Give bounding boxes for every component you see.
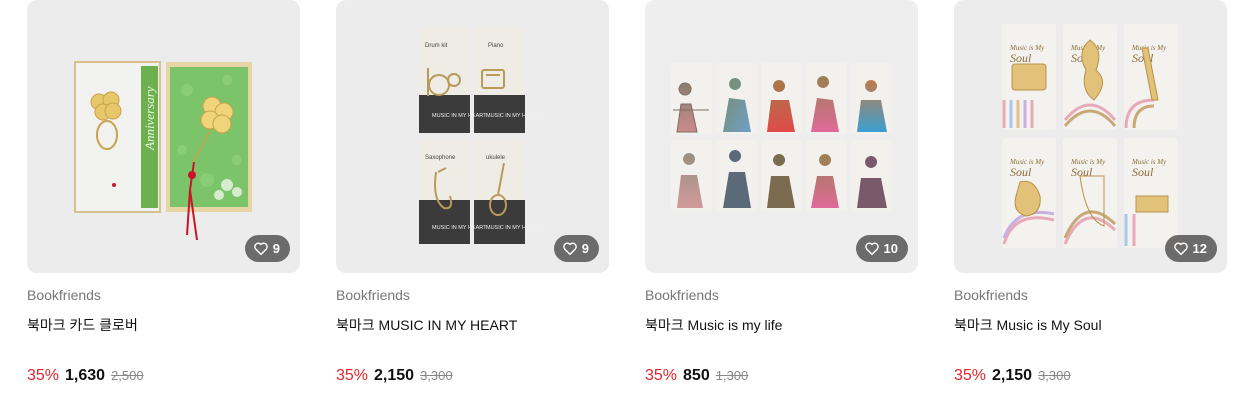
like-badge[interactable]: 12 xyxy=(1164,235,1217,262)
product-grid: Anniversary 9 Bookfriends 북마크 카드 클로버 35%… xyxy=(27,0,1227,402)
product-image[interactable]: Anniversary 9 xyxy=(27,0,300,273)
product-image[interactable]: Drum kit Piano Saxophone ukulele MUSIC I… xyxy=(336,0,609,273)
brand-name[interactable]: Bookfriends xyxy=(27,287,101,303)
like-count: 10 xyxy=(883,241,898,256)
product-title[interactable]: 북마크 카드 클로버 xyxy=(27,315,138,335)
like-badge[interactable]: 9 xyxy=(244,235,290,262)
sale-price: 1,630 xyxy=(65,367,106,384)
price-row: 35% 1,630 2,500 xyxy=(27,367,144,385)
like-badge[interactable]: 10 xyxy=(855,235,908,262)
svg-text:Piano: Piano xyxy=(488,43,504,49)
svg-text:ukulele: ukulele xyxy=(486,155,506,161)
brand-name[interactable]: Bookfriends xyxy=(645,287,719,303)
like-count: 9 xyxy=(272,241,280,256)
svg-text:Anniversary: Anniversary xyxy=(142,86,157,151)
like-count: 12 xyxy=(1192,241,1207,256)
svg-text:Soul: Soul xyxy=(1010,51,1032,65)
original-price: 3,300 xyxy=(1038,368,1071,383)
product-card[interactable]: Music is My Soul Music is My Soul Music … xyxy=(954,0,1227,402)
like-count: 9 xyxy=(581,241,589,256)
svg-text:MUSIC IN MY HEART: MUSIC IN MY HEART xyxy=(432,225,487,231)
discount-rate: 35% xyxy=(954,367,987,384)
original-price: 1,300 xyxy=(715,368,749,383)
product-card[interactable]: 10 Bookfriends 북마크 Music is my life 35% … xyxy=(645,0,918,402)
heart-icon xyxy=(562,242,577,255)
svg-text:Soul: Soul xyxy=(1071,165,1093,179)
original-price: 3,300 xyxy=(420,368,453,383)
discount-rate: 35% xyxy=(336,367,369,384)
like-badge[interactable]: 9 xyxy=(553,235,599,262)
price-row: 35% 2,150 3,300 xyxy=(954,367,1071,385)
svg-text:MUSIC IN MY HEART: MUSIC IN MY HEART xyxy=(486,225,541,231)
svg-text:Soul: Soul xyxy=(1132,165,1154,179)
discount-rate: 35% xyxy=(27,367,60,384)
sale-price: 2,150 xyxy=(374,367,415,384)
brand-name[interactable]: Bookfriends xyxy=(954,287,1028,303)
brand-name[interactable]: Bookfriends xyxy=(336,287,410,303)
sale-price: 2,150 xyxy=(992,367,1033,384)
svg-text:Soul: Soul xyxy=(1010,165,1032,179)
musician-silhouette-bookmarks-image xyxy=(671,63,892,211)
svg-text:MUSIC IN MY HEART: MUSIC IN MY HEART xyxy=(486,113,541,119)
product-image[interactable]: Music is My Soul Music is My Soul Music … xyxy=(954,0,1227,273)
svg-text:Drum kit: Drum kit xyxy=(425,43,448,49)
music-instrument-bookmarks-image: Drum kit Piano Saxophone ukulele MUSIC I… xyxy=(419,27,541,244)
product-card[interactable]: Anniversary 9 Bookfriends 북마크 카드 클로버 35%… xyxy=(27,0,300,402)
svg-text:Saxophone: Saxophone xyxy=(425,155,456,161)
original-price: 2,500 xyxy=(111,368,144,383)
heart-icon xyxy=(253,242,268,255)
clover-card-image: Anniversary xyxy=(74,61,252,241)
heart-icon xyxy=(864,242,879,255)
heart-icon xyxy=(1173,242,1188,255)
soul-instrument-bookmarks-image: Music is My Soul Music is My Soul Music … xyxy=(1002,24,1178,248)
sale-price: 850 xyxy=(683,367,710,384)
svg-text:MUSIC IN MY HEART: MUSIC IN MY HEART xyxy=(432,113,487,119)
discount-rate: 35% xyxy=(645,367,678,384)
product-title[interactable]: 북마크 Music is my life xyxy=(645,315,782,335)
product-title[interactable]: 북마크 MUSIC IN MY HEART xyxy=(336,315,517,335)
product-image[interactable]: 10 xyxy=(645,0,918,273)
price-row: 35% 850 1,300 xyxy=(645,367,748,385)
product-card[interactable]: Drum kit Piano Saxophone ukulele MUSIC I… xyxy=(336,0,609,402)
price-row: 35% 2,150 3,300 xyxy=(336,367,453,385)
product-title[interactable]: 북마크 Music is My Soul xyxy=(954,315,1102,335)
